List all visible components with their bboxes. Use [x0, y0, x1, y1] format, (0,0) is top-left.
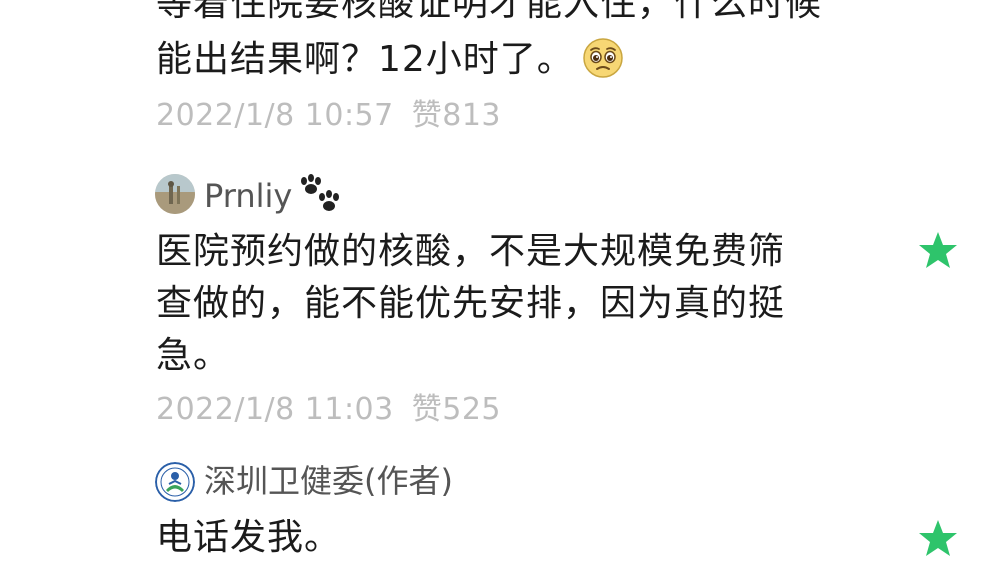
comment-text-line: 能出结果啊？12小时了。: [156, 36, 624, 84]
comment-meta: 2022/1/8 11:03 赞525: [156, 392, 501, 428]
username[interactable]: Prnliy: [204, 173, 342, 217]
comment-text-line: 急。: [156, 335, 231, 376]
star-icon[interactable]: [918, 230, 958, 270]
like-count[interactable]: 赞813: [412, 98, 501, 133]
comment-date: 2022/1/8 10:57: [156, 98, 394, 133]
comment-text: 能出结果啊？12小时了。: [156, 39, 574, 80]
paw-prints-icon: [296, 173, 342, 217]
comment-text-line: 电话发我。: [156, 517, 342, 558]
username[interactable]: 深圳卫健委(作者): [204, 461, 453, 501]
username-text: Prnliy: [204, 177, 293, 215]
like-count[interactable]: 赞525: [412, 392, 501, 427]
pleading-face-icon: [582, 37, 624, 79]
username-text: 深圳卫健委(作者): [204, 462, 453, 500]
comment-meta: 2022/1/8 10:57 赞813: [156, 98, 501, 134]
avatar[interactable]: [155, 174, 195, 214]
star-icon[interactable]: [918, 518, 958, 558]
avatar[interactable]: [155, 462, 195, 502]
comment-date: 2022/1/8 11:03: [156, 392, 394, 427]
comment-text-line: 等着住院要核酸证明才能入住，什么时候: [156, 0, 823, 24]
comment-text-line: 查做的，能不能优先安排，因为真的挺: [156, 283, 786, 324]
comment-text-line: 医院预约做的核酸，不是大规模免费筛: [156, 231, 786, 272]
